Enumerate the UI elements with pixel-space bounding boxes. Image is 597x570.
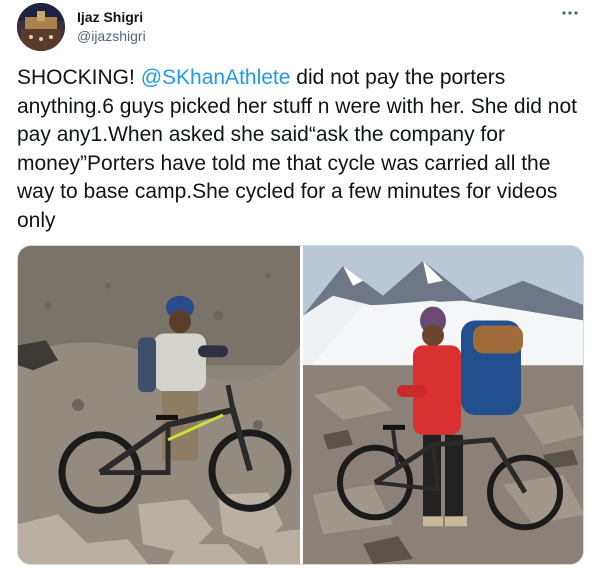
avatar[interactable] bbox=[17, 3, 65, 51]
tweet-text-part: did not pay the porters anything.6 guys … bbox=[17, 66, 583, 232]
tweet-card: Ijaz Shigri @ijazshigri SHOCKING! @SKhan… bbox=[0, 0, 597, 570]
more-horizontal-icon[interactable] bbox=[560, 4, 580, 22]
tweet-text-part: SHOCKING! bbox=[17, 66, 141, 89]
display-name[interactable]: Ijaz Shigri bbox=[77, 8, 143, 26]
media-grid bbox=[17, 245, 584, 565]
user-handle[interactable]: @ijazshigri bbox=[77, 27, 146, 45]
mention-link[interactable]: @SKhanAthlete bbox=[141, 66, 291, 89]
photo-porter-with-bike-left[interactable] bbox=[18, 246, 300, 564]
tweet-text: SHOCKING! @SKhanAthlete did not pay the … bbox=[17, 64, 579, 235]
photo-porter-with-backpack-right[interactable] bbox=[303, 246, 583, 564]
